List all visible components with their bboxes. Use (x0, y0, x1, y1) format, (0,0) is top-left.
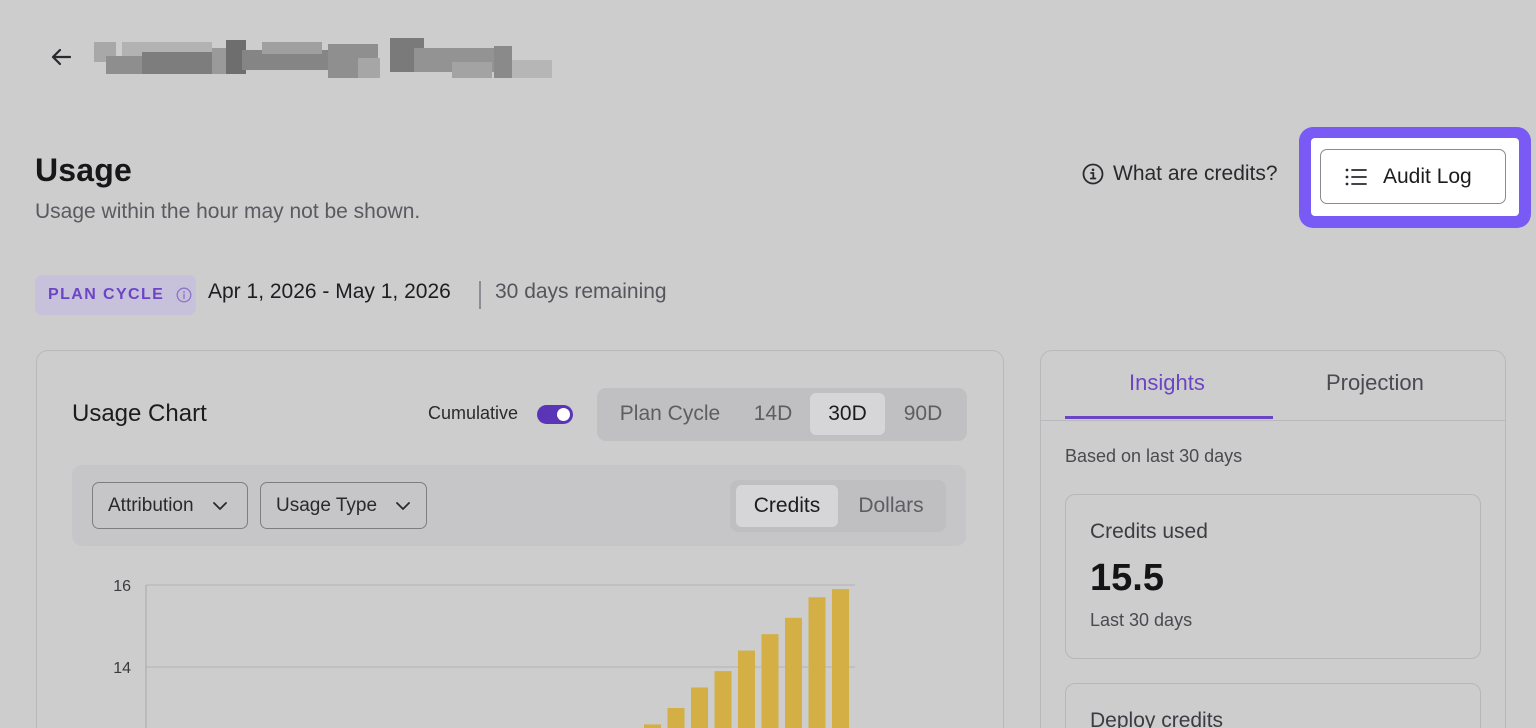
chart-bar[interactable] (832, 589, 849, 728)
tab-insights[interactable]: Insights (1129, 370, 1205, 396)
y-tick-label: 16 (113, 578, 131, 595)
unit-selector: Credits Dollars (730, 480, 946, 532)
unit-dollars[interactable]: Dollars (842, 485, 940, 527)
chart-bar[interactable] (714, 671, 732, 728)
cumulative-label: Cumulative (428, 403, 519, 423)
usage-type-dropdown[interactable]: Usage Type (260, 482, 427, 529)
toggle-knob (557, 408, 570, 421)
range-30d[interactable]: 30D (810, 393, 885, 435)
plan-cycle-dates: Apr 1, 2026 - May 1, 2026 (208, 280, 451, 303)
chevron-down-icon (396, 501, 410, 510)
plan-cycle-remaining: 30 days remaining (495, 280, 667, 303)
plan-cycle-badge: PLAN CYCLE (35, 275, 196, 315)
credits-used-value: 15.5 (1090, 557, 1164, 599)
insights-based-on: Based on last 30 days (1065, 446, 1243, 466)
chart-bar[interactable] (691, 687, 708, 728)
usage-bar-chart: 14 16 (113, 578, 855, 728)
tab-divider (1041, 420, 1505, 421)
range-selector: Plan Cycle 14D 30D 90D (597, 388, 967, 441)
active-tab-indicator (1065, 416, 1273, 419)
chart-bar[interactable] (644, 724, 661, 728)
plan-cycle-badge-label: PLAN CYCLE (48, 286, 165, 303)
cumulative-toggle[interactable] (537, 405, 573, 424)
credits-used-period: Last 30 days (1090, 610, 1193, 630)
page-subtitle: Usage within the hour may not be shown. (35, 200, 421, 223)
range-plan-cycle[interactable]: Plan Cycle (605, 393, 735, 435)
info-icon (1082, 163, 1104, 185)
info-icon[interactable] (176, 287, 192, 303)
y-tick-label: 14 (113, 660, 131, 677)
what-are-credits-label: What are credits? (1113, 162, 1278, 185)
credits-used-label: Credits used (1090, 520, 1208, 543)
chevron-down-icon (212, 501, 227, 510)
list-icon (1345, 168, 1367, 185)
what-are-credits-link[interactable]: What are credits? (1082, 158, 1278, 190)
usage-type-dropdown-label: Usage Type (276, 494, 378, 516)
unit-credits[interactable]: Credits (736, 485, 838, 527)
back-button[interactable] (44, 40, 78, 74)
chart-bar[interactable] (785, 617, 802, 728)
chart-bar[interactable] (738, 650, 755, 728)
attribution-dropdown-label: Attribution (108, 494, 194, 516)
deploy-credits-label: Deploy credits (1090, 709, 1224, 728)
arrow-left-icon (51, 48, 72, 66)
chart-bar[interactable] (761, 634, 779, 728)
usage-chart-title: Usage Chart (72, 400, 207, 427)
audit-log-label: Audit Log (1383, 164, 1472, 188)
chart-bar[interactable] (667, 708, 685, 728)
page-title: Usage (35, 152, 133, 188)
audit-log-button[interactable]: Audit Log (1320, 149, 1506, 204)
chart-bar[interactable] (808, 597, 826, 728)
tab-projection[interactable]: Projection (1326, 370, 1424, 396)
attribution-dropdown[interactable]: Attribution (92, 482, 248, 529)
range-14d[interactable]: 14D (739, 393, 807, 435)
redacted-page-title (92, 38, 554, 80)
range-90d[interactable]: 90D (887, 393, 959, 435)
plan-cycle-divider (479, 281, 481, 309)
